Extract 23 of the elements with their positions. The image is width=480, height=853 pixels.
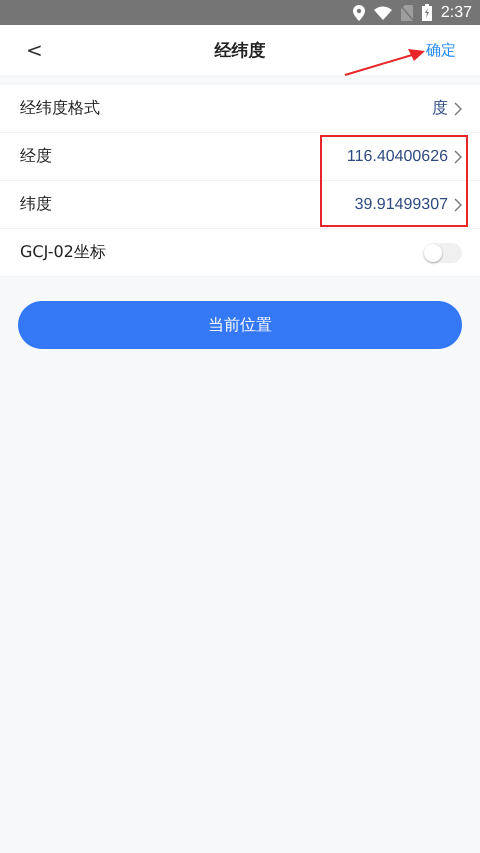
row-label: GCJ-02坐标 <box>20 242 107 263</box>
row-label: 纬度 <box>20 194 53 215</box>
location-icon <box>352 4 365 20</box>
list-row[interactable]: 纬度 39.91499307 <box>0 181 480 229</box>
page-title: 经纬度 <box>214 40 266 62</box>
chevron-right-icon <box>454 150 462 164</box>
list-row[interactable]: 经纬度格式 度 <box>0 85 480 133</box>
current-location-button[interactable]: 当前位置 <box>18 301 462 349</box>
confirm-button[interactable]: 确定 <box>426 40 456 60</box>
status-time: 2:37 <box>440 4 472 22</box>
row-label: 经纬度格式 <box>20 98 101 119</box>
row-label: 经度 <box>20 146 53 167</box>
row-value: 39.91499307 <box>354 196 448 214</box>
chevron-right-icon <box>454 198 462 212</box>
wifi-icon <box>374 6 392 20</box>
no-sim-icon <box>400 4 413 20</box>
list-row[interactable]: 经度 116.40400626 <box>0 133 480 181</box>
row-value: 116.40400626 <box>346 148 448 166</box>
back-button[interactable]: < <box>22 38 47 62</box>
battery-icon <box>422 4 432 21</box>
toggle-switch[interactable] <box>424 242 462 262</box>
row-value: 度 <box>432 98 448 119</box>
chevron-right-icon <box>454 102 462 116</box>
